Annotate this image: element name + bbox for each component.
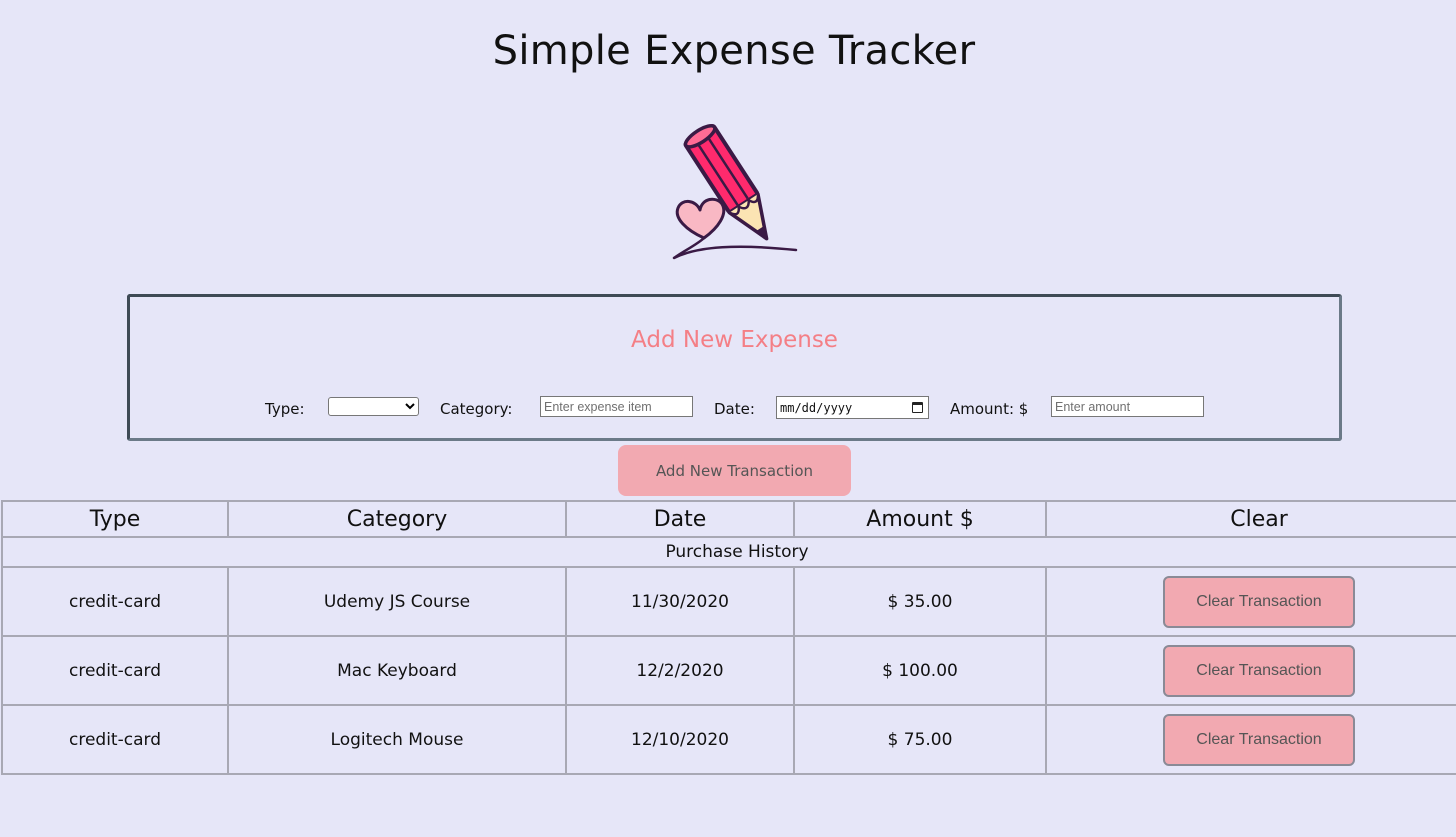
clear-transaction-button[interactable]: Clear Transaction — [1163, 713, 1355, 766]
amount-input[interactable] — [1051, 396, 1204, 417]
calendar-icon[interactable] — [912, 402, 923, 413]
cell-category: Mac Keyboard — [227, 635, 567, 706]
type-label: Type: — [265, 400, 305, 418]
cell-date: 12/10/2020 — [565, 704, 795, 775]
header-clear: Clear — [1045, 500, 1456, 538]
table-row: credit-card Logitech Mouse 12/10/2020 $ … — [1, 704, 1456, 775]
header-date: Date — [565, 500, 795, 538]
cell-clear: Clear Transaction — [1045, 566, 1456, 637]
pencil-heart-icon — [672, 124, 798, 260]
table-caption-row: Purchase History — [1, 536, 1456, 568]
form-title: Add New Expense — [631, 327, 838, 353]
cell-category: Logitech Mouse — [227, 704, 567, 775]
clear-transaction-button[interactable]: Clear Transaction — [1163, 644, 1355, 697]
date-label: Date: — [714, 400, 755, 418]
category-input[interactable] — [540, 396, 693, 417]
table-row: credit-card Udemy JS Course 11/30/2020 $… — [1, 566, 1456, 637]
add-expense-form: Add New Expense Type: Category: Date: mm… — [127, 294, 1342, 441]
add-transaction-button[interactable]: Add New Transaction — [618, 445, 851, 496]
cell-clear: Clear Transaction — [1045, 704, 1456, 775]
header-category: Category — [227, 500, 567, 538]
date-input[interactable]: mm/dd/yyyy — [776, 396, 929, 419]
cell-amount: $ 75.00 — [793, 704, 1047, 775]
category-label: Category: — [440, 400, 513, 418]
page-title: Simple Expense Tracker — [492, 28, 976, 74]
cell-type: credit-card — [1, 704, 229, 775]
clear-transaction-button[interactable]: Clear Transaction — [1163, 575, 1355, 628]
amount-label: Amount: $ — [950, 400, 1029, 418]
cell-clear: Clear Transaction — [1045, 635, 1456, 706]
header-type: Type — [1, 500, 229, 538]
cell-amount: $ 35.00 — [793, 566, 1047, 637]
table-row: credit-card Mac Keyboard 12/2/2020 $ 100… — [1, 635, 1456, 706]
table-header-row: Type Category Date Amount $ Clear — [1, 500, 1456, 538]
purchase-history-caption: Purchase History — [1, 536, 1456, 568]
type-select[interactable] — [328, 397, 419, 416]
header-amount: Amount $ — [793, 500, 1047, 538]
cell-type: credit-card — [1, 566, 229, 637]
cell-category: Udemy JS Course — [227, 566, 567, 637]
transactions-table: Type Category Date Amount $ Clear Purcha… — [1, 500, 1456, 775]
cell-amount: $ 100.00 — [793, 635, 1047, 706]
date-placeholder: mm/dd/yyyy — [780, 400, 853, 415]
cell-type: credit-card — [1, 635, 229, 706]
cell-date: 12/2/2020 — [565, 635, 795, 706]
cell-date: 11/30/2020 — [565, 566, 795, 637]
